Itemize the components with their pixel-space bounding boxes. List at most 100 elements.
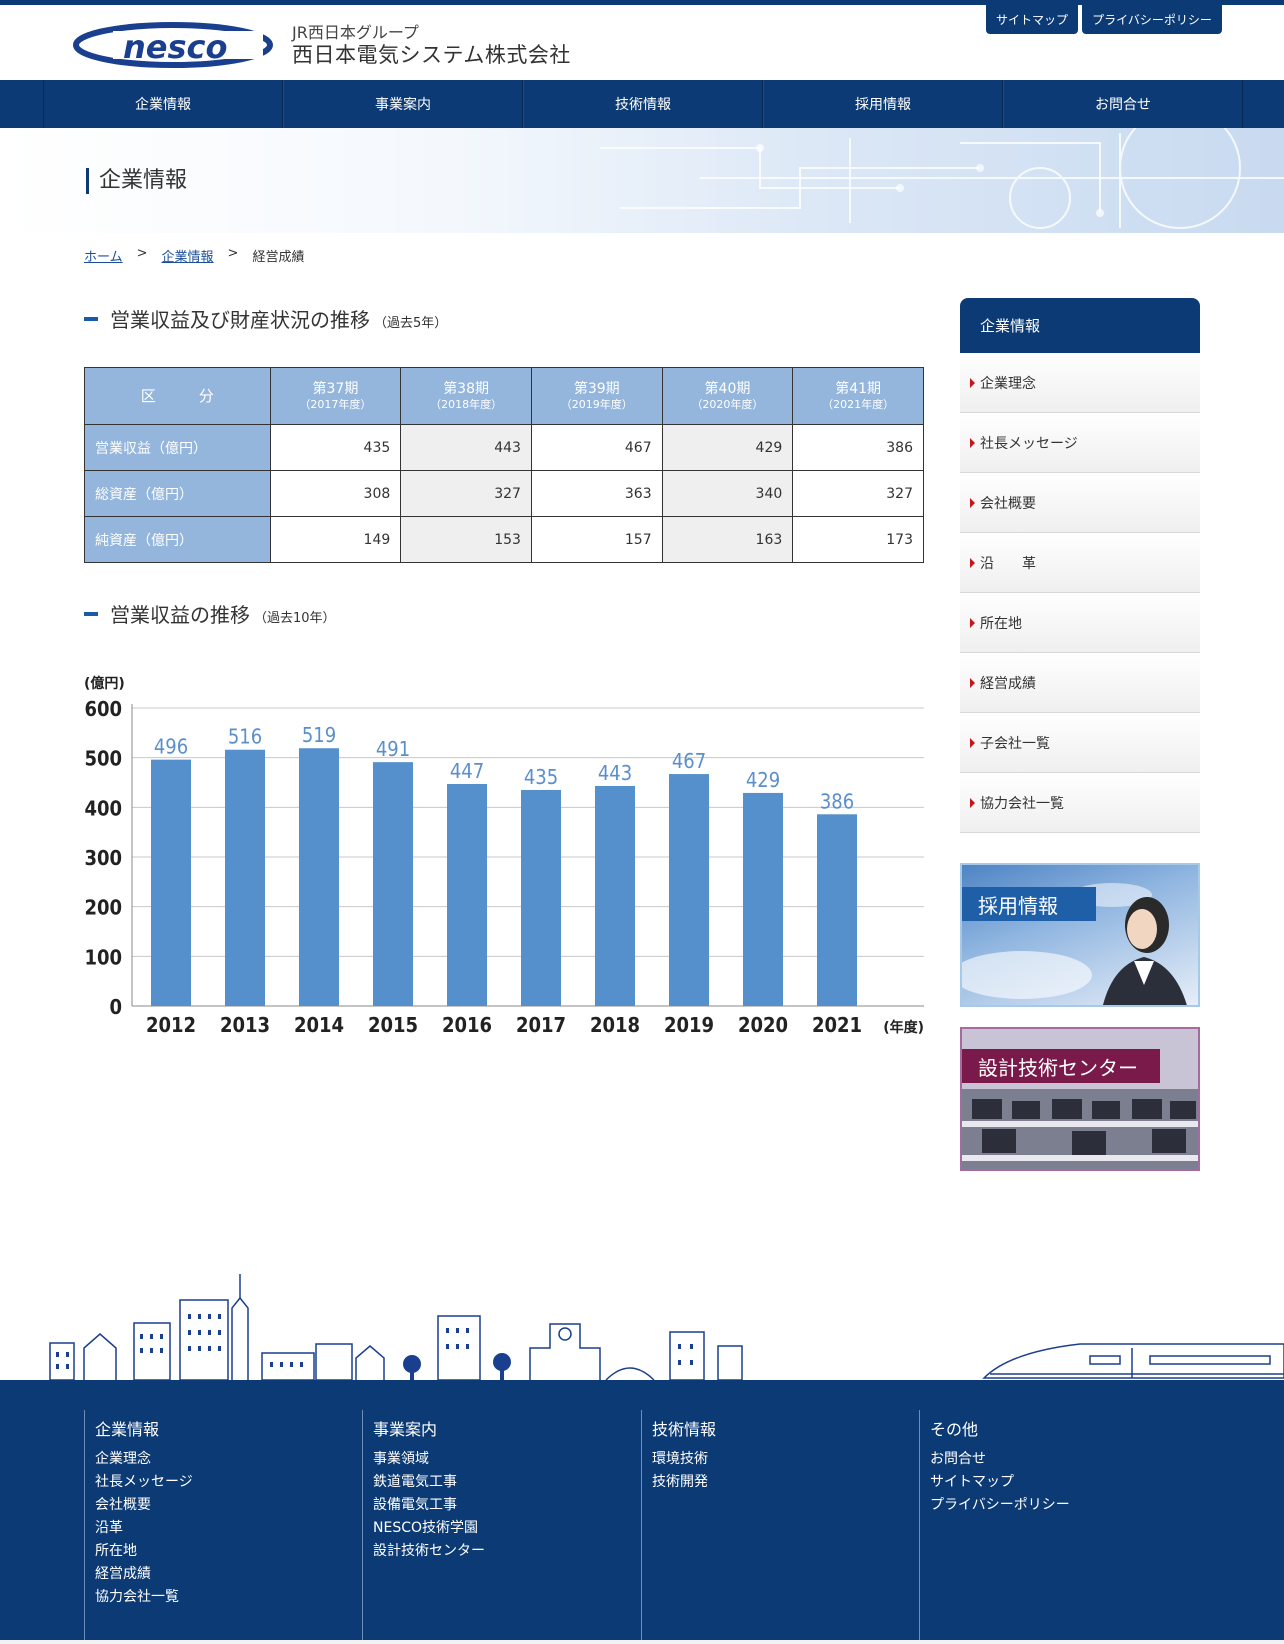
table-header-col: 第41期 （2021年度） xyxy=(792,367,924,425)
bar-value-label: 429 xyxy=(746,768,780,792)
y-tick-label: 300 xyxy=(84,846,122,870)
footer-link[interactable]: 経営成績 xyxy=(95,1563,359,1586)
footer-link[interactable]: 企業理念 xyxy=(95,1448,359,1471)
nav-business[interactable]: 事業案内 xyxy=(283,80,523,128)
table-cell: 149 xyxy=(269,516,402,563)
y-tick-label: 600 xyxy=(84,697,122,721)
circuit-decoration xyxy=(600,128,1284,229)
sidebar-item-message[interactable]: 社長メッセージ xyxy=(960,413,1200,473)
sidebar-item-locations[interactable]: 所在地 xyxy=(960,593,1200,653)
design-center-banner[interactable]: 設計技術センター xyxy=(960,1027,1200,1171)
breadcrumb-home[interactable]: ホーム xyxy=(84,246,123,265)
nav-company[interactable]: 企業情報 xyxy=(43,80,283,128)
bar-value-label: 467 xyxy=(672,749,706,773)
breadcrumb-current: 経営成績 xyxy=(252,250,305,265)
bar xyxy=(225,749,265,1006)
breadcrumb-separator: > xyxy=(227,246,239,261)
section-heading-revenue: 営業収益の推移 （過去10年） xyxy=(84,599,336,628)
page-title: 企業情報 xyxy=(86,168,187,194)
table-header-col: 第39期 （2019年度） xyxy=(530,367,663,425)
recruit-banner-label: 採用情報 xyxy=(962,887,1096,921)
nav-contact[interactable]: お問合せ xyxy=(1003,80,1243,128)
table-cell: 157 xyxy=(530,516,663,563)
bar xyxy=(595,785,635,1006)
revenue-bar-chart: (億円) 0 100 200 300 400 500 600 496 2012 516 2013 519… xyxy=(84,675,924,1037)
triangle-icon xyxy=(970,557,975,568)
footer-bottom-strip xyxy=(0,1640,1284,1644)
x-tick-label: 2013 xyxy=(220,1013,270,1037)
footer-link[interactable]: 事業領域 xyxy=(373,1448,637,1471)
table-header-col: 第40期 （2020年度） xyxy=(661,367,794,425)
footer-link[interactable]: お問合せ xyxy=(930,1448,1194,1471)
x-tick-label: 2021 xyxy=(812,1013,862,1037)
sidebar-item-results[interactable]: 経営成績 xyxy=(960,653,1200,713)
bar xyxy=(521,789,561,1006)
footer-col-title[interactable]: その他 xyxy=(930,1416,1194,1440)
sidebar-item-history[interactable]: 沿 革 xyxy=(960,533,1200,593)
sidebar-item-subsidiaries[interactable]: 子会社一覧 xyxy=(960,713,1200,773)
sitemap-button[interactable]: サイトマップ xyxy=(986,5,1078,34)
triangle-icon xyxy=(970,617,975,628)
footer-col-title[interactable]: 企業情報 xyxy=(95,1416,359,1440)
sidebar-title[interactable]: 企業情報 xyxy=(960,298,1200,353)
footer-link[interactable]: NESCO技術学園 xyxy=(373,1517,637,1540)
bullet-train-icon xyxy=(982,1343,1284,1379)
footer-link[interactable]: サイトマップ xyxy=(930,1471,1194,1494)
row-label: 営業収益（億円） xyxy=(84,424,271,471)
bar-value-label: 435 xyxy=(524,765,558,789)
table-cell: 435 xyxy=(269,424,402,471)
x-tick-label: 2019 xyxy=(664,1013,714,1037)
bar xyxy=(299,748,339,1006)
footer-col-title[interactable]: 事業案内 xyxy=(373,1416,637,1440)
footer-link[interactable]: 社長メッセージ xyxy=(95,1471,359,1494)
y-tick-label: 100 xyxy=(84,945,122,969)
footer-col-title[interactable]: 技術情報 xyxy=(652,1416,916,1440)
section-subtitle: （過去10年） xyxy=(254,611,336,626)
x-axis-label: (年度) xyxy=(883,1019,924,1036)
nesco-logo[interactable]: nesco xyxy=(73,19,273,71)
x-tick-label: 2012 xyxy=(146,1013,196,1037)
recruit-banner[interactable]: 採用情報 xyxy=(960,863,1200,1007)
breadcrumb-company[interactable]: 企業情報 xyxy=(162,246,214,265)
site-footer: 企業情報 企業理念 社長メッセージ 会社概要 沿革 所在地 経営成績 協力会社一… xyxy=(0,1380,1284,1644)
footer-link[interactable]: 沿革 xyxy=(95,1517,359,1540)
nav-recruit[interactable]: 採用情報 xyxy=(763,80,1003,128)
privacy-policy-button[interactable]: プライバシーポリシー xyxy=(1082,5,1222,34)
sidebar-item-partners[interactable]: 協力会社一覧 xyxy=(960,773,1200,833)
bar xyxy=(669,774,709,1006)
table-cell: 153 xyxy=(400,516,532,563)
section-subtitle: （過去5年） xyxy=(374,316,448,331)
footer-link[interactable]: 所在地 xyxy=(95,1540,359,1563)
footer-link[interactable]: 設備電気工事 xyxy=(373,1494,637,1517)
sidebar-item-philosophy[interactable]: 企業理念 xyxy=(960,353,1200,413)
footer-col-company: 企業情報 企業理念 社長メッセージ 会社概要 沿革 所在地 経営成績 協力会社一… xyxy=(84,1410,359,1640)
heading-bar xyxy=(84,612,98,616)
bar xyxy=(817,814,857,1006)
footer-link[interactable]: 鉄道電気工事 xyxy=(373,1471,637,1494)
sidebar-item-profile[interactable]: 会社概要 xyxy=(960,473,1200,533)
triangle-icon xyxy=(970,677,975,688)
footer-link[interactable]: 協力会社一覧 xyxy=(95,1586,359,1609)
y-tick-label: 0 xyxy=(109,995,122,1019)
breadcrumb-separator: > xyxy=(136,246,148,261)
footer-link[interactable]: プライバシーポリシー xyxy=(930,1494,1194,1517)
footer-link[interactable]: 会社概要 xyxy=(95,1494,359,1517)
table-cell: 363 xyxy=(530,470,663,517)
sidebar-menu: 企業情報 企業理念 社長メッセージ 会社概要 沿 革 所在地 経営成績 子会社一… xyxy=(960,298,1200,833)
bar xyxy=(151,759,191,1006)
bar-value-label: 496 xyxy=(154,735,188,759)
table-cell: 443 xyxy=(400,424,532,471)
y-tick-label: 500 xyxy=(84,747,122,771)
table-cell: 308 xyxy=(269,470,402,517)
nav-technology[interactable]: 技術情報 xyxy=(523,80,763,128)
row-label: 純資産（億円） xyxy=(84,516,271,563)
footer-link[interactable]: 環境技術 xyxy=(652,1448,916,1471)
financial-table: 区 分 第37期 （2017年度） 第38期 （2018年度） 第39期 （2019年… xyxy=(84,367,924,563)
footer-link[interactable]: 技術開発 xyxy=(652,1471,916,1494)
table-header-col: 第38期 （2018年度） xyxy=(400,367,532,425)
table-header-row: 区 分 第37期 （2017年度） 第38期 （2018年度） 第39期 （2019年… xyxy=(84,367,924,425)
footer-link[interactable]: 設計技術センター xyxy=(373,1540,637,1563)
y-tick-label: 400 xyxy=(84,796,122,820)
x-tick-label: 2015 xyxy=(368,1013,418,1037)
breadcrumb: ホーム > 企業情報 > 経営成績 xyxy=(84,246,304,265)
